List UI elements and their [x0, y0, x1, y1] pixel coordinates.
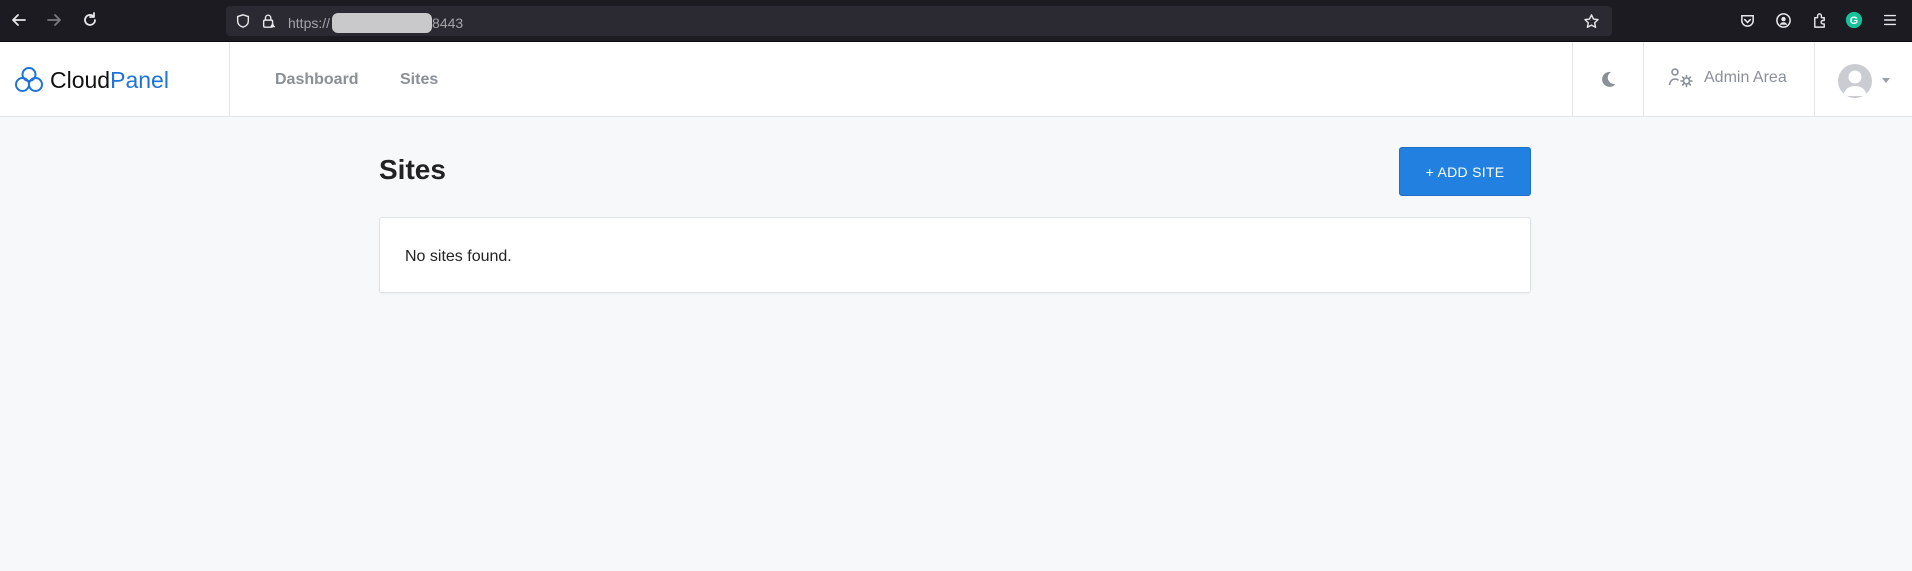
- header-divider: [1814, 42, 1815, 117]
- shield-icon[interactable]: [234, 12, 252, 30]
- brand-logo[interactable]: CloudPanel: [14, 62, 169, 98]
- brand-name-panel: Panel: [110, 66, 169, 93]
- sites-list-card: No sites found.: [379, 217, 1531, 293]
- admin-users-gear-icon: [1668, 68, 1693, 88]
- account-icon[interactable]: [1773, 10, 1793, 30]
- user-menu-caret-icon[interactable]: [1882, 78, 1890, 83]
- brand-name-cloud: Cloud: [50, 66, 111, 93]
- empty-state-message: No sites found.: [405, 248, 512, 265]
- admin-area-label: Admin Area: [1704, 69, 1787, 86]
- svg-text:G: G: [1850, 15, 1858, 27]
- pocket-icon[interactable]: [1737, 10, 1757, 30]
- brand-name: CloudPanel: [50, 67, 169, 94]
- back-icon[interactable]: [7, 8, 31, 32]
- lock-warning-icon[interactable]: [260, 12, 278, 30]
- url-host-redacted: [332, 13, 433, 33]
- user-avatar-icon: [1843, 70, 1867, 96]
- url-text: https:// 8443: [288, 13, 463, 33]
- app-header: CloudPanel Dashboard Sites Admin Area: [0, 42, 1912, 117]
- grammarly-icon[interactable]: G: [1844, 10, 1864, 30]
- menu-icon[interactable]: [1880, 10, 1900, 30]
- reload-icon[interactable]: [78, 8, 102, 32]
- url-port: 8443: [432, 15, 464, 31]
- cloud-logo-icon: [15, 67, 43, 92]
- header-divider: [229, 42, 230, 117]
- bookmark-star-icon[interactable]: [1582, 12, 1600, 30]
- header-divider: [1572, 42, 1573, 117]
- admin-area-link[interactable]: Admin Area: [1668, 66, 1787, 90]
- user-avatar[interactable]: [1838, 64, 1872, 98]
- header-divider: [1643, 42, 1644, 117]
- url-scheme: https://: [288, 15, 331, 31]
- add-site-button[interactable]: + ADD SITE: [1399, 147, 1531, 196]
- extensions-icon[interactable]: [1809, 10, 1829, 30]
- page-title: Sites: [379, 154, 446, 185]
- browser-toolbar: https:// 8443 G: [0, 0, 1912, 42]
- url-bar[interactable]: https:// 8443: [226, 6, 1612, 36]
- nav-sites[interactable]: Sites: [400, 71, 438, 89]
- forward-icon[interactable]: [42, 8, 66, 32]
- dark-mode-moon-icon[interactable]: [1598, 69, 1618, 89]
- nav-dashboard[interactable]: Dashboard: [275, 71, 359, 89]
